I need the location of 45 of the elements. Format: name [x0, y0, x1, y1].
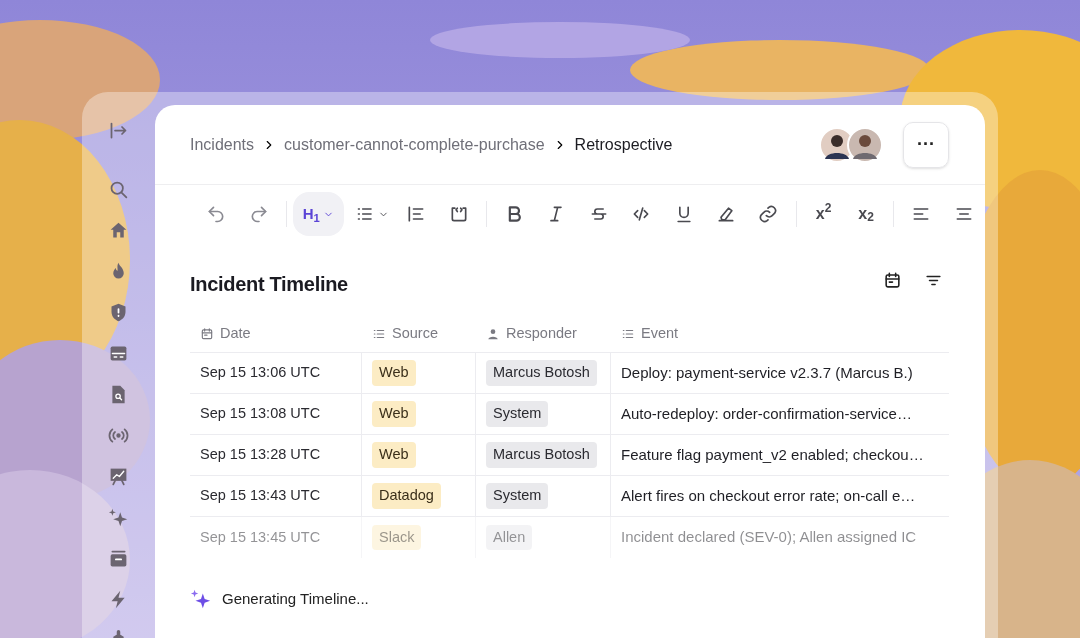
source-tag: Slack — [372, 524, 422, 551]
more-button[interactable]: ··· — [903, 121, 949, 168]
event-text: Deploy: payment-service v2.3.7 (Marcus B.) — [621, 362, 913, 383]
breadcrumb-link[interactable]: Retrospective — [574, 132, 673, 157]
archive-icon[interactable] — [108, 548, 129, 569]
collapse-icon[interactable] — [108, 120, 129, 141]
search-icon[interactable] — [108, 179, 129, 200]
sparkle-icon[interactable] — [108, 507, 129, 528]
link-icon[interactable] — [758, 204, 779, 224]
event-text: Feature flag payment_v2 enabled; checkou… — [621, 444, 924, 465]
home-icon[interactable] — [108, 220, 129, 241]
breadcrumb-link[interactable]: customer-cannot-complete-purchase — [284, 132, 545, 157]
avatar — [847, 126, 883, 163]
date-text: Sep 15 13:08 UTC — [200, 404, 321, 424]
source-tag: Web — [372, 360, 416, 386]
source-tag: Web — [372, 401, 416, 427]
column-header[interactable]: Responder — [506, 322, 577, 345]
subscript-button[interactable]: x$_{2}$ — [844, 194, 888, 234]
responder-tag: Allen — [486, 524, 533, 551]
source-tag: Web — [372, 442, 416, 468]
source-tag: Datadog — [372, 483, 441, 509]
responder-tag: Marcus Botosh — [486, 442, 597, 468]
date-text: Sep 15 13:28 UTC — [200, 445, 321, 465]
calendar-icon — [200, 326, 214, 341]
date-text: Sep 15 13:43 UTC — [200, 486, 321, 506]
superscript-button[interactable]: x$^{2}$ — [802, 194, 845, 234]
presentation-chart-icon[interactable] — [108, 466, 129, 487]
responder-tag: System — [486, 401, 549, 427]
breadcrumb-link[interactable]: Incidents — [190, 132, 255, 157]
column-header[interactable]: Date — [220, 322, 251, 345]
section-title: Incident Timeline — [190, 272, 348, 297]
column-header[interactable]: Event — [641, 322, 679, 345]
heading-dropdown[interactable]: H$_{1}$ — [292, 192, 344, 236]
date-text: Sep 15 13:06 UTC — [200, 363, 321, 383]
event-text: Auto-redeploy: order-confirmation-service… — [621, 403, 912, 424]
person-icon — [486, 326, 500, 341]
broadcast-icon[interactable] — [108, 425, 129, 446]
event-text: Incident declared (SEV-0); Allen assigned IC — [621, 527, 917, 548]
responder-tag: Marcus Botosh — [486, 360, 597, 386]
column-header[interactable]: Source — [392, 322, 438, 345]
event-text: Alert fires on checkout error rate; on-call e… — [621, 485, 916, 506]
calendar-icon[interactable] — [883, 270, 902, 290]
status-text: Generating Timeline... — [222, 589, 369, 609]
responder-tag: System — [486, 483, 549, 509]
date-text: Sep 15 13:45 UTC — [200, 527, 321, 547]
